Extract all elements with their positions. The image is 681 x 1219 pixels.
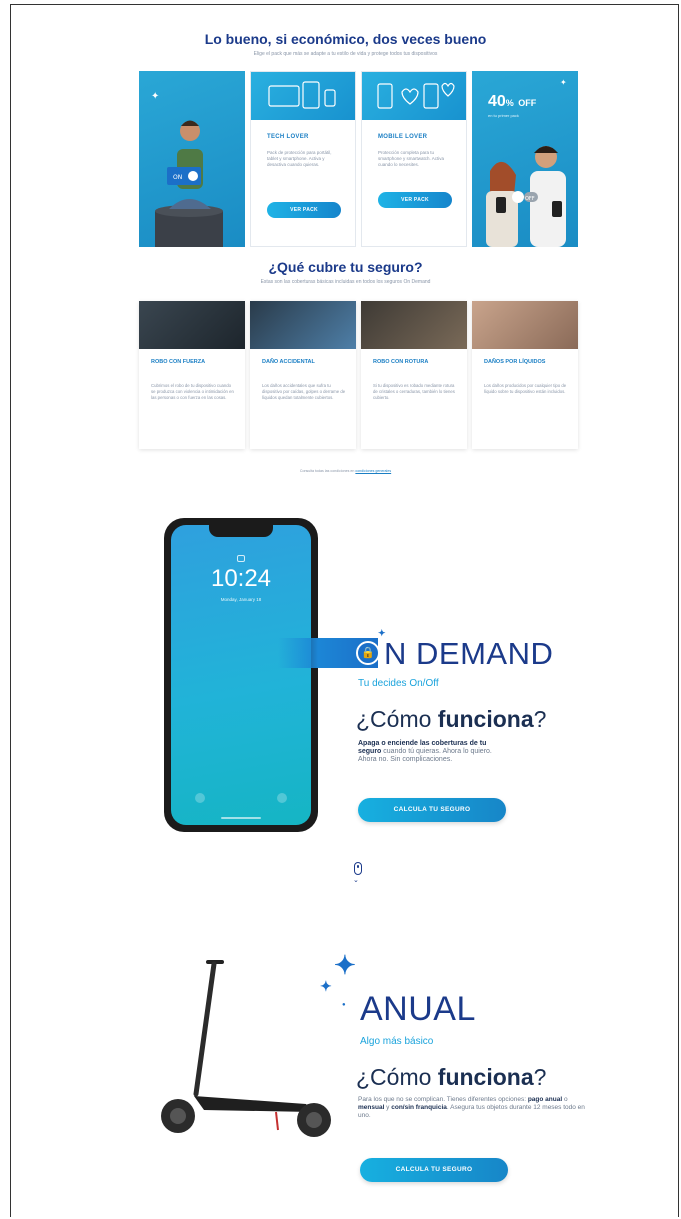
coverage-title: ¿Qué cubre tu seguro? <box>268 259 423 275</box>
flashlight-icon <box>195 793 205 803</box>
chevron-down-icon: ⌄ <box>353 877 359 884</box>
coverage-card-danos-liquidos: DAÑOS POR LÍQUIDOS Los daños producidos … <box>472 301 578 449</box>
photo-badge-off-text: OFF <box>525 196 535 202</box>
coverage-card-title: ROBO CON FUERZA <box>151 359 206 365</box>
coverage-image <box>361 301 467 349</box>
coverage-card-title: DAÑOS POR LÍQUIDOS <box>484 359 546 365</box>
scroll-mouse-wheel <box>357 865 359 868</box>
coverage-card-robo-rotura: ROBO CON ROTURA Si tu dispositivo es rob… <box>361 301 467 449</box>
phone-mockup: 10:24 Monday, January 18 <box>164 518 318 832</box>
ver-pack-button[interactable]: VER PACK <box>378 192 452 208</box>
ondemand-description: Apaga o enciende las coberturas de tu se… <box>358 740 492 763</box>
phone-screen: 10:24 Monday, January 18 <box>171 525 311 825</box>
coverage-image <box>139 301 245 349</box>
camera-icon <box>277 793 287 803</box>
legal-note: Consulta todas las condiciones en condic… <box>299 469 392 473</box>
ondemand-tagline: Tu decides On/Off <box>358 678 439 689</box>
promo-photo-man: ✦ ON <box>139 71 245 247</box>
sparkle-small-icon: ✦ <box>320 978 332 994</box>
card-header-devices <box>362 72 466 120</box>
card-title: TECH LOVER <box>267 134 309 140</box>
coverage-card-text: Cubrimos el robo de tu dispositivo cuand… <box>151 383 234 400</box>
lock-badge-icon: 🔒 <box>356 641 380 665</box>
coverage-card-title: ROBO CON ROTURA <box>373 359 429 365</box>
scroll-mouse-icon <box>354 862 362 875</box>
card-text: Protección completa para tu smartphone y… <box>378 150 445 167</box>
card-text: Pack de protección para portátil, tablet… <box>267 150 332 167</box>
ondemand-how-heading: ¿Cómo funciona? <box>356 706 547 732</box>
card-title: MOBILE LOVER <box>378 134 428 140</box>
scooter-illustration <box>161 960 331 1137</box>
anual-tagline: Algo más básico <box>360 1036 434 1047</box>
calcula-seguro-button-anual[interactable]: CALCULA TU SEGURO <box>360 1158 508 1182</box>
coverage-card-dano-accidental: DAÑO ACCIDENTAL Los daños accidentales q… <box>250 301 356 449</box>
coverage-card-robo-fuerza: ROBO CON FUERZA Cubrimos el robo de tu d… <box>139 301 245 449</box>
coverage-card-title: DAÑO ACCIDENTAL <box>262 359 315 365</box>
pack-card-mobile-lover: MOBILE LOVER Protección completa para tu… <box>361 71 467 247</box>
coverage-image <box>472 301 578 349</box>
anual-description: Para los que no se complican. Tienes dif… <box>358 1096 585 1119</box>
coverage-image <box>250 301 356 349</box>
phone-heart-icon <box>377 82 455 109</box>
coverage-card-text: Si tu dispositivo es robado mediante rot… <box>373 383 455 400</box>
man-laptop-illustration: ✦ ON <box>151 91 223 247</box>
couple-illustration: ✦ OFF <box>486 78 567 247</box>
photo-badge-text: ON <box>173 174 182 181</box>
svg-text:✦: ✦ <box>151 91 159 102</box>
svg-text:✦: ✦ <box>560 78 567 87</box>
lock-screen-date: Monday, January 18 <box>220 597 262 602</box>
sparkle-dot-icon: ● <box>342 1002 346 1008</box>
coverage-subtitle: Estas son las coberturas básicas incluid… <box>260 279 431 285</box>
ver-pack-button[interactable]: VER PACK <box>267 202 341 218</box>
coverage-card-text: Los daños accidentales que sufra tu disp… <box>262 383 346 400</box>
packs-subtitle: Elige el pack que más se adapte a tu est… <box>253 51 438 57</box>
card-header-devices <box>251 72 355 120</box>
page-frame: Lo bueno, si económico, dos veces bueno … <box>10 4 679 1217</box>
anual-how-heading: ¿Cómo funciona? <box>356 1064 547 1090</box>
promo-offer-couple: 40% OFF en tu primer pack ✦ OFF <box>472 71 578 247</box>
lock-screen-time: 10:24 <box>210 565 272 592</box>
conditions-link[interactable]: condiciones generales <box>355 469 391 473</box>
sparkle-large-icon: ✦ <box>334 950 356 980</box>
home-indicator <box>221 817 261 819</box>
pack-card-tech-lover: TECH LOVER Pack de protección para portá… <box>250 71 356 247</box>
calcula-seguro-button-ondemand[interactable]: CALCULA TU SEGURO <box>358 798 506 822</box>
devices-icon <box>268 81 336 109</box>
ondemand-title: N DEMAND <box>384 636 554 671</box>
packs-title: Lo bueno, si económico, dos veces bueno <box>204 31 487 47</box>
lock-icon <box>237 555 245 562</box>
anual-title: ANUAL <box>360 990 476 1028</box>
phone-notch <box>209 525 273 537</box>
coverage-card-text: Los daños producidos por cualquier tipo … <box>484 383 567 394</box>
